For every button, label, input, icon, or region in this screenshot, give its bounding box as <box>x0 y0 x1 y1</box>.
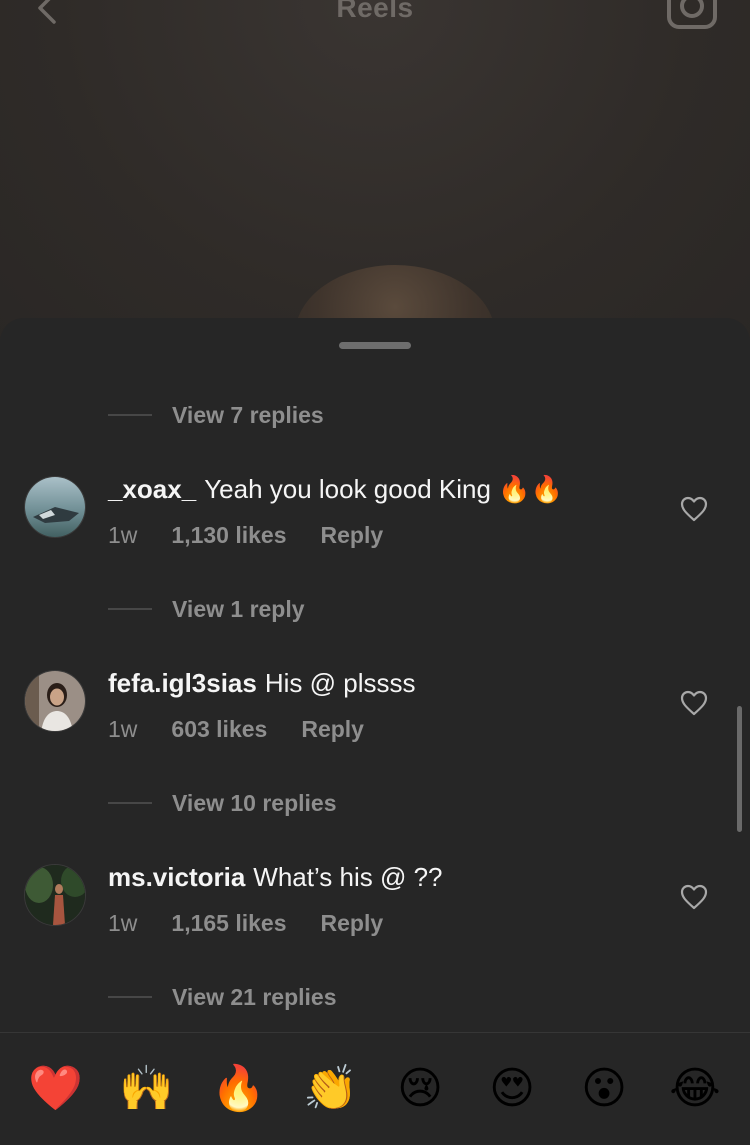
view-replies-button[interactable]: View 7 replies <box>108 400 324 430</box>
view-replies-label: View 1 reply <box>172 595 305 622</box>
replies-divider <box>108 608 152 610</box>
reel-video[interactable] <box>0 0 750 360</box>
comment-time: 1w <box>108 716 138 742</box>
emoji-fire[interactable]: 🔥 <box>211 1063 266 1115</box>
comment-username[interactable]: _xoax_ <box>108 474 196 504</box>
comment-item: fefa.igl3sias His @ plssss 1w 603 likes R… <box>0 668 750 743</box>
comment-likes[interactable]: 1,130 likes <box>171 522 286 549</box>
view-replies-button[interactable]: View 1 reply <box>108 594 305 624</box>
comment-likes[interactable]: 1,165 likes <box>171 910 286 937</box>
heart-outline-icon[interactable] <box>680 496 708 522</box>
top-bar: Reels <box>0 0 750 30</box>
heart-outline-icon[interactable] <box>680 884 708 910</box>
heart-outline-icon[interactable] <box>680 690 708 716</box>
camera-icon[interactable] <box>666 0 718 30</box>
emoji-heart-eyes[interactable]: 😍 <box>486 1063 538 1115</box>
comment-body: His @ plssss <box>264 668 416 698</box>
replies-divider <box>108 996 152 998</box>
emoji-heart[interactable]: ❤️ <box>28 1063 83 1115</box>
emoji-reaction-bar: ❤️ 🙌 🔥 👏 😢 😍 😮 😂 <box>0 1032 750 1145</box>
comment-item: _xoax_ Yeah you look good King 🔥🔥 1w 1,13… <box>0 474 750 549</box>
emoji-surprised-face[interactable]: 😮 <box>578 1063 630 1115</box>
emoji-clapping-hands[interactable]: 👏 <box>303 1063 358 1115</box>
comment-username[interactable]: fefa.igl3sias <box>108 668 257 698</box>
reply-button[interactable]: Reply <box>301 716 364 743</box>
comment-text: fefa.igl3sias His @ plssss <box>108 668 416 699</box>
comment-text: ms.victoria What’s his @ ?? <box>108 862 443 893</box>
comment-meta: 1w 603 likes Reply <box>108 716 364 743</box>
comment-text: _xoax_ Yeah you look good King 🔥🔥 <box>108 474 563 505</box>
comment-meta: 1w 1,165 likes Reply <box>108 910 383 937</box>
replies-divider <box>108 414 152 416</box>
comment-time: 1w <box>108 522 138 548</box>
view-replies-label: View 10 replies <box>172 789 337 816</box>
reply-button[interactable]: Reply <box>321 522 384 549</box>
view-replies-button[interactable]: View 21 replies <box>108 982 337 1012</box>
reply-button[interactable]: Reply <box>321 910 384 937</box>
comments-sheet: View 7 replies _xoax_ Yeah you look good … <box>0 318 750 1144</box>
comment-username[interactable]: ms.victoria <box>108 862 245 892</box>
view-replies-label: View 21 replies <box>172 983 337 1010</box>
emoji-raised-hands[interactable]: 🙌 <box>119 1063 174 1115</box>
view-replies-label: View 7 replies <box>172 401 324 428</box>
avatar[interactable] <box>24 670 86 732</box>
avatar[interactable] <box>24 476 86 538</box>
sheet-grabber[interactable] <box>339 342 411 349</box>
avatar[interactable] <box>24 864 86 926</box>
emoji-laughing-tears[interactable]: 😂 <box>669 1063 721 1115</box>
comment-time: 1w <box>108 910 138 936</box>
comment-item: ms.victoria What’s his @ ?? 1w 1,165 like… <box>0 862 750 937</box>
scrollbar[interactable] <box>737 706 742 832</box>
comment-likes[interactable]: 603 likes <box>171 716 267 743</box>
comment-body: Yeah you look good King 🔥🔥 <box>204 474 563 504</box>
comment-body: What’s his @ ?? <box>253 862 443 892</box>
replies-divider <box>108 802 152 804</box>
comment-meta: 1w 1,130 likes Reply <box>108 522 383 549</box>
page-title: Reels <box>336 0 414 23</box>
emoji-crying-face[interactable]: 😢 <box>394 1063 446 1115</box>
view-replies-button[interactable]: View 10 replies <box>108 788 337 818</box>
